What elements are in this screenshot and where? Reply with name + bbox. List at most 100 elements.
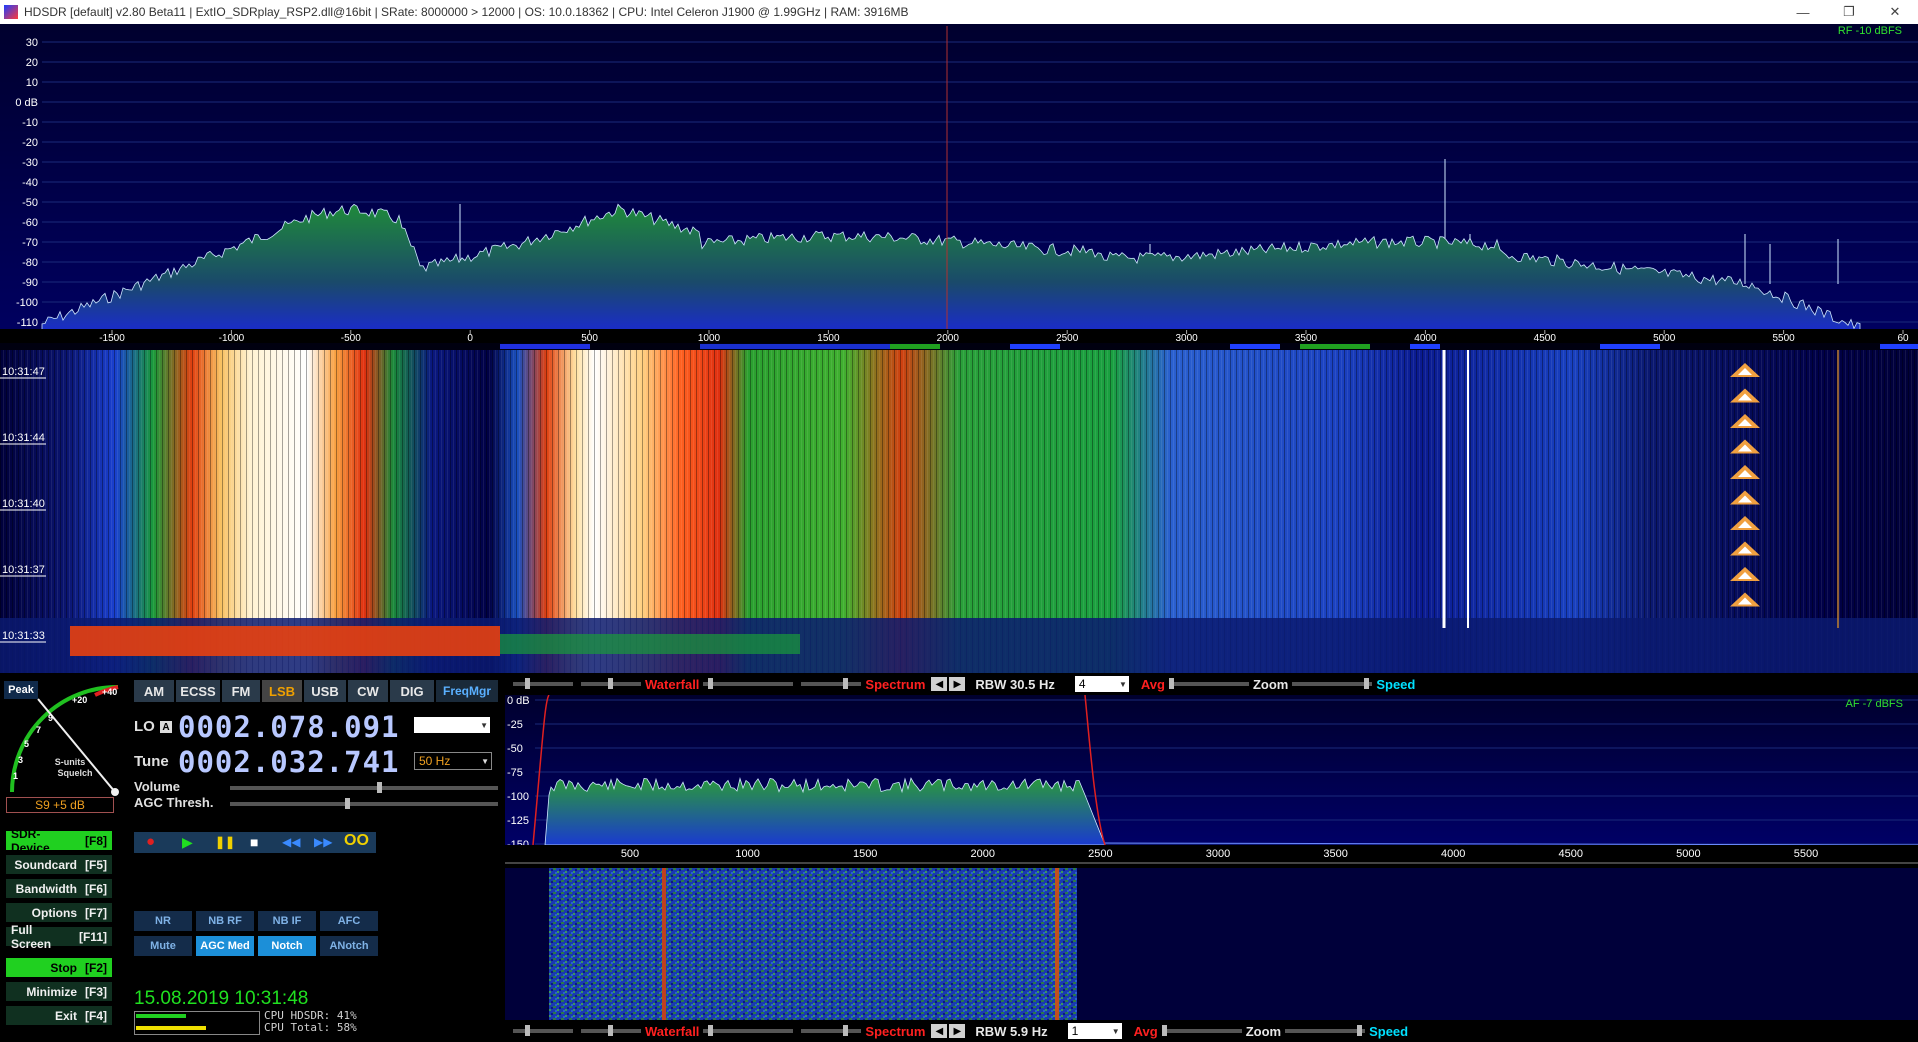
af-waterfall-slider-1[interactable]: [513, 1025, 573, 1036]
tune-frequency[interactable]: 0002.032.741: [178, 745, 400, 779]
record-icon[interactable]: ●: [146, 833, 155, 850]
rf-spectrum-slider-1[interactable]: [703, 678, 794, 689]
dsp-button-nr[interactable]: NR: [134, 911, 192, 931]
rf-waterfall-slider-1[interactable]: [513, 678, 573, 689]
minimize-button[interactable]: —: [1780, 0, 1826, 24]
mode-button-dig[interactable]: DIG: [390, 680, 434, 702]
af-freq-tick: 500: [621, 848, 639, 860]
af-waterfall-slider-2[interactable]: [581, 1025, 641, 1036]
rf-spectrum-slider-2[interactable]: [801, 678, 862, 689]
close-button[interactable]: ✕: [1872, 0, 1918, 24]
af-spectrum-slider-2[interactable]: [801, 1025, 862, 1036]
squelch-caption: Squelch: [57, 768, 92, 778]
rf-freq-tick: 60: [1897, 333, 1909, 344]
rf-level-label: RF -10 dBFS: [1838, 25, 1902, 37]
stop-icon[interactable]: ■: [250, 834, 258, 850]
af-scroll-right-button[interactable]: ▶: [949, 1024, 966, 1038]
loop-icon[interactable]: OO: [344, 832, 369, 850]
side-button-bandwidth[interactable]: Bandwidth [F6]: [6, 879, 112, 898]
side-button-soundcard[interactable]: Soundcard [F5]: [6, 855, 112, 874]
dsp-button-nb-if[interactable]: NB IF: [258, 911, 316, 931]
mode-button-am[interactable]: AM: [134, 680, 174, 702]
peak-button[interactable]: Peak: [4, 681, 38, 699]
side-button-exit[interactable]: Exit [F4]: [6, 1006, 112, 1025]
rf-freq-tick: 4500: [1534, 333, 1557, 344]
lo-frequency[interactable]: 0002.078.091: [178, 710, 400, 744]
rf-scroll-right-button[interactable]: ▶: [949, 677, 966, 691]
rf-scroll-left-button[interactable]: ◀: [931, 677, 948, 691]
volume-slider[interactable]: [230, 782, 498, 793]
tune-step-select[interactable]: 50 Hz ▼: [414, 752, 492, 770]
dsp-button-anotch[interactable]: ANotch: [320, 936, 378, 956]
side-button-minimize[interactable]: Minimize [F3]: [6, 982, 112, 1001]
dsp-button-nb-rf[interactable]: NB RF: [196, 911, 254, 931]
af-spectrum-slider-1[interactable]: [703, 1025, 794, 1036]
rf-zoom-slider[interactable]: [1168, 678, 1249, 689]
af-freq-tick: 1500: [853, 848, 877, 860]
side-button-full-screen[interactable]: Full Screen [F11]: [6, 923, 112, 951]
mode-button-fm[interactable]: FM: [222, 680, 260, 702]
rf-speed-slider[interactable]: [1292, 678, 1373, 689]
lo-select[interactable]: ▼: [414, 717, 490, 733]
fast-forward-icon[interactable]: ▶▶: [314, 835, 332, 849]
restore-button[interactable]: ❐: [1826, 0, 1872, 24]
rf-db-tick: 0 dB: [15, 97, 38, 109]
lo-vfo-badge[interactable]: A: [160, 721, 172, 733]
s-meter-tick: +20: [72, 695, 87, 705]
af-freq-tick: 3000: [1206, 848, 1230, 860]
rf-freq-tick: -1000: [219, 333, 245, 344]
chevron-down-icon: ▼: [1118, 679, 1127, 689]
mode-button-cw[interactable]: CW: [348, 680, 388, 702]
rf-freq-tick: 2000: [937, 333, 960, 344]
mode-button-lsb[interactable]: LSB: [262, 680, 302, 702]
dsp-button-mute[interactable]: Mute: [134, 936, 192, 956]
agc-thresh-label: AGC Thresh.: [134, 795, 214, 810]
side-button-label: Full Screen: [11, 922, 52, 951]
af-waterfall[interactable]: [505, 868, 1918, 1020]
mode-button-freqmgr[interactable]: FreqMgr: [436, 680, 498, 702]
af-speed-slider[interactable]: [1285, 1025, 1366, 1036]
side-button-stop[interactable]: Stop [F2]: [6, 958, 112, 977]
rf-db-tick: -20: [22, 137, 38, 149]
af-spectrum-panel[interactable]: 0 dB-25-50-75-100-125-150 50010001500200…: [505, 695, 1918, 868]
s-meter-tick: 7: [36, 725, 41, 735]
side-button-key: [F8]: [85, 833, 107, 848]
af-freq-tick: 2000: [971, 848, 995, 860]
play-icon[interactable]: ▶: [182, 834, 193, 851]
title-bar: HDSDR [default] v2.80 Beta11 | ExtIO_SDR…: [0, 0, 1918, 24]
rf-avg-label: Avg: [1140, 676, 1165, 692]
side-button-label: Soundcard: [14, 857, 77, 872]
rf-freq-tick: 4000: [1414, 333, 1437, 344]
side-button-sdr-device[interactable]: SDR-Device [F8]: [6, 827, 112, 855]
af-zoom-slider[interactable]: [1161, 1025, 1242, 1036]
rf-avg-select[interactable]: 4 ▼: [1074, 676, 1129, 692]
agc-thresh-slider[interactable]: [230, 798, 498, 809]
dsp-button-notch[interactable]: Notch: [258, 936, 316, 956]
waterfall-timestamp: 10:31:37: [2, 564, 45, 576]
cpu-readout: CPU HDSDR: 41% CPU Total: 58%: [264, 1010, 357, 1034]
control-panel: 1 3 5 7 9 +20 +40 S-units Squelch Peak S9 +5 d…: [0, 673, 505, 1042]
cpu-total-text: CPU Total: 58%: [264, 1021, 357, 1034]
mode-button-usb[interactable]: USB: [304, 680, 346, 702]
pause-icon[interactable]: ❚❚: [215, 835, 235, 849]
chevron-down-icon: ▼: [480, 720, 488, 730]
af-spectrum-label: Spectrum: [865, 1023, 926, 1039]
af-avg-select[interactable]: 1 ▼: [1067, 1023, 1122, 1039]
rf-freq-tick: 1500: [817, 333, 840, 344]
rf-db-tick: -80: [22, 257, 38, 269]
s-meter-tick: 9: [48, 713, 53, 723]
rf-speed-label: Speed: [1376, 676, 1416, 692]
mode-button-ecss[interactable]: ECSS: [176, 680, 220, 702]
side-button-options[interactable]: Options [F7]: [6, 903, 112, 922]
rewind-icon[interactable]: ◀◀: [282, 835, 300, 849]
rf-waterfall-slider-2[interactable]: [581, 678, 641, 689]
dsp-button-agc-med[interactable]: AGC Med: [196, 936, 254, 956]
dsp-button-afc[interactable]: AFC: [320, 911, 378, 931]
rf-waterfall[interactable]: 10:31:47 10:31:44 10:31:40 10:31:37 10:31:33: [0, 350, 1918, 673]
side-button-key: [F6]: [85, 881, 107, 896]
af-level-label: AF -7 dBFS: [1846, 698, 1903, 710]
af-scroll-left-button[interactable]: ◀: [931, 1024, 948, 1038]
rf-db-tick: -70: [22, 237, 38, 249]
rf-spectrum-panel[interactable]: 30 20 10 0 dB -10 -20 -30 -40 -50 -60 -70 -80 -90 -10…: [0, 24, 1918, 350]
date-time: 15.08.2019 10:31:48: [134, 988, 309, 1009]
